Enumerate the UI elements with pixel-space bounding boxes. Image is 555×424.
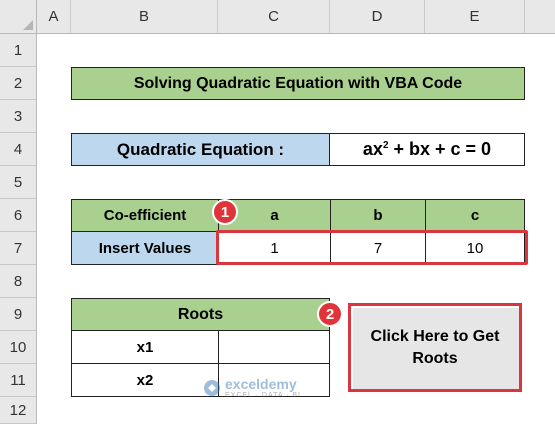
roots-header-cell[interactable]: Roots (71, 298, 330, 331)
row-header-6[interactable]: 6 (0, 199, 37, 232)
values-highlight-box (216, 230, 528, 265)
root-x2-label-cell[interactable]: x2 (71, 363, 219, 397)
get-roots-button[interactable]: Click Here to Get Roots (348, 303, 522, 392)
row-header-1[interactable]: 1 (0, 34, 37, 67)
column-header-d[interactable]: D (330, 0, 425, 34)
column-header-f[interactable] (525, 0, 555, 34)
exceldemy-logo-icon (204, 379, 220, 396)
equation-text: ax2 + bx + c = 0 (362, 139, 492, 159)
row-header-10[interactable]: 10 (0, 331, 37, 364)
row-header-12[interactable]: 12 (0, 397, 37, 424)
watermark-name: exceldemy (225, 376, 297, 392)
row-header-5[interactable]: 5 (0, 166, 37, 199)
title-cell[interactable]: Solving Quadratic Equation with VBA Code (71, 67, 525, 100)
select-all-corner[interactable] (0, 0, 37, 34)
row-header-4[interactable]: 4 (0, 133, 37, 166)
column-header-b[interactable]: B (71, 0, 218, 34)
coefficient-header-b[interactable]: b (330, 199, 426, 232)
equation-cell[interactable]: ax2 + bx + c = 0 (329, 133, 525, 166)
column-header-c[interactable]: C (218, 0, 330, 34)
column-header-e[interactable]: E (425, 0, 525, 34)
step-badge-1: 1 (212, 199, 238, 225)
step-badge-2: 2 (317, 301, 343, 327)
coefficient-label-cell[interactable]: Co-efficient (71, 199, 219, 232)
spreadsheet: A B C D E 1 2 3 4 5 6 7 8 9 10 11 12 Sol… (0, 0, 555, 424)
row-header-7[interactable]: 7 (0, 232, 37, 265)
column-header-a[interactable]: A (37, 0, 71, 34)
row-header-2[interactable]: 2 (0, 67, 37, 100)
coefficient-header-c[interactable]: c (425, 199, 525, 232)
row-header-11[interactable]: 11 (0, 364, 37, 397)
row-header-8[interactable]: 8 (0, 265, 37, 298)
insert-values-label-cell[interactable]: Insert Values (71, 231, 219, 265)
root-x1-value-cell[interactable] (218, 330, 330, 364)
row-header-9[interactable]: 9 (0, 298, 37, 331)
watermark-tagline: EXCEL · DATA · BI (225, 392, 301, 399)
root-x1-label-cell[interactable]: x1 (71, 330, 219, 364)
row-header-3[interactable]: 3 (0, 100, 37, 133)
equation-label-cell[interactable]: Quadratic Equation : (71, 133, 330, 166)
exceldemy-watermark: exceldemy EXCEL · DATA · BI (203, 376, 301, 399)
